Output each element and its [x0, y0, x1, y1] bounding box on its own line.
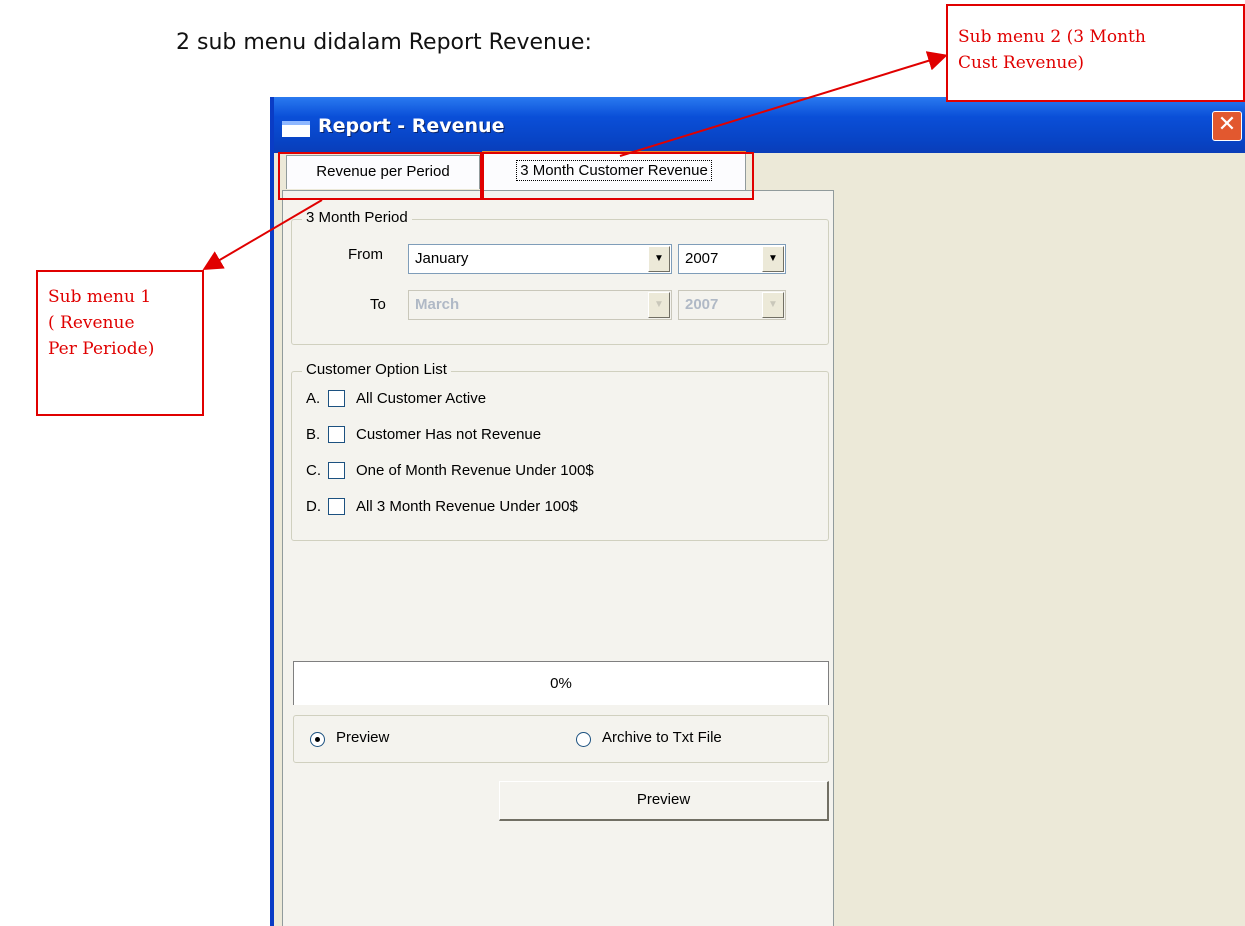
annotation-arrows — [202, 51, 948, 271]
arrow-to-callout-1 — [202, 199, 323, 271]
arrow-to-callout-2 — [619, 51, 948, 157]
